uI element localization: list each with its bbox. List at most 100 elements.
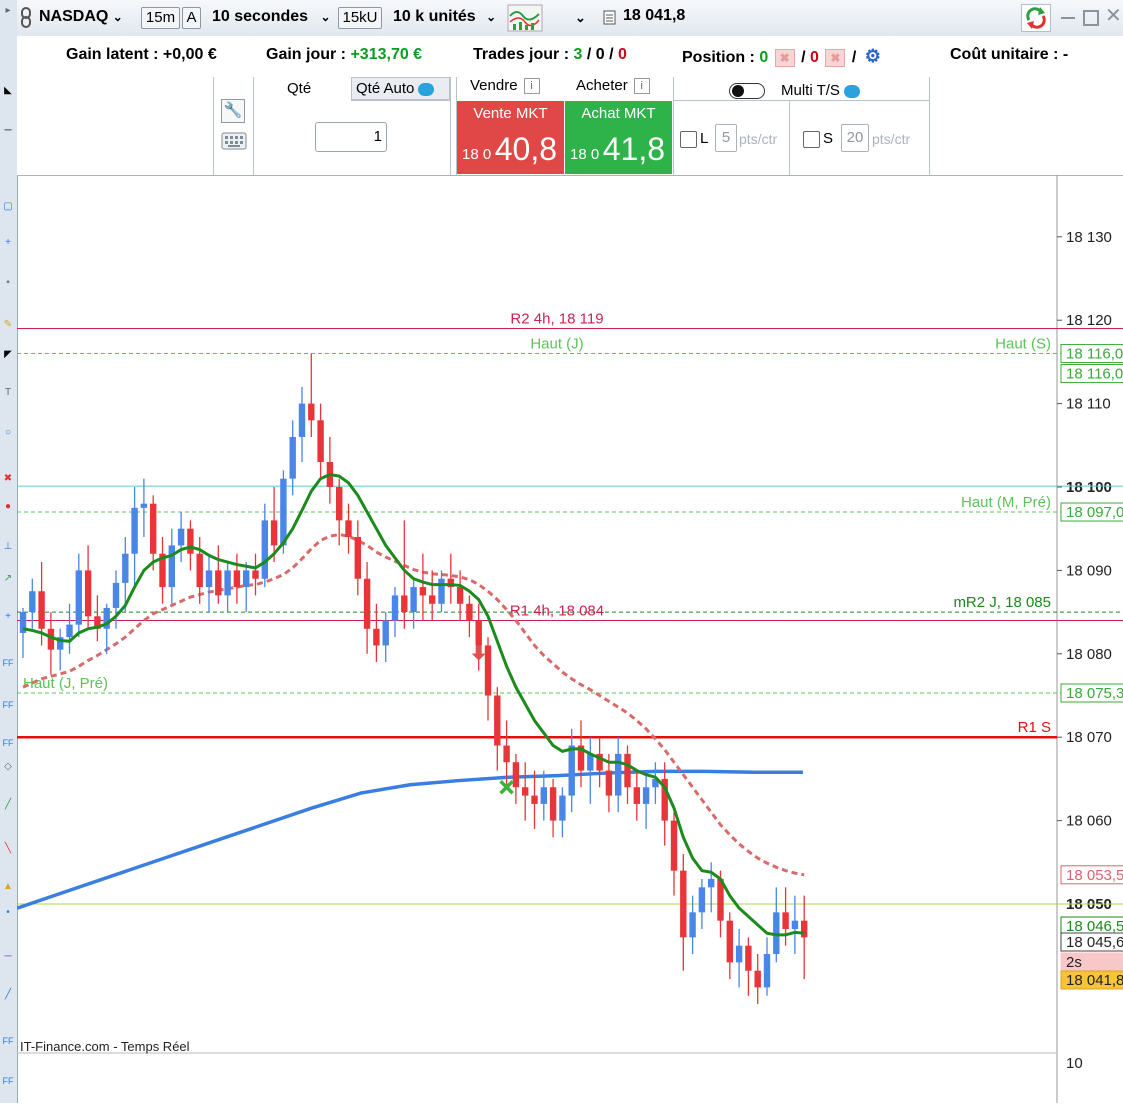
candle-body [177, 528, 185, 546]
chevron-down-icon[interactable]: ⌄ [575, 10, 586, 26]
ff-icon[interactable]: FF [0, 698, 16, 712]
volume-unit-button[interactable]: 15kU [338, 7, 382, 29]
line-tool-icon[interactable]: ─ [0, 950, 16, 964]
shape-icon[interactable]: ▢ [0, 200, 16, 214]
menu-icon[interactable]: ▸ [0, 4, 16, 18]
gain-latent: Gain latent : +0,00 € [66, 46, 217, 64]
long-pts-field[interactable]: 5 [715, 124, 737, 152]
channel-icon[interactable]: + [0, 610, 16, 624]
close-long-icon[interactable]: ✖ [774, 48, 795, 67]
candle-body [763, 954, 771, 988]
candle-body [549, 787, 557, 821]
candles-icon[interactable] [507, 4, 543, 32]
candle-body [168, 545, 175, 588]
sell-market-button[interactable]: Vente MKT 18 0 40,8 [457, 101, 564, 174]
pointer-icon[interactable]: • [0, 906, 16, 920]
candle-body [261, 520, 268, 579]
wrench-icon[interactable]: 🔧 [221, 99, 245, 123]
warning-icon[interactable]: ▲ [0, 880, 16, 894]
buy-market-button[interactable]: Achat MKT 18 0 41,8 [565, 101, 672, 174]
diamond-icon[interactable]: ◇ [0, 760, 16, 774]
ff-icon[interactable]: FF [0, 736, 16, 750]
mode-button[interactable]: A [182, 7, 201, 29]
gain-latent-value: +0,00 € [162, 46, 217, 63]
sell-header: Vendre i [470, 77, 540, 95]
refresh-arrows-icon[interactable] [1021, 4, 1051, 32]
position-long: 0 [759, 49, 769, 66]
short-pts-field[interactable]: 20 [841, 124, 869, 152]
brush-icon[interactable]: ◤ [0, 348, 16, 362]
trades-neutral: 0 [595, 46, 605, 63]
candle-body [280, 478, 287, 546]
price-tag-label: 18 045,6 [1066, 934, 1123, 951]
long-checkbox[interactable] [680, 131, 697, 148]
trades-sep: / [582, 46, 596, 63]
qty-auto-toggle[interactable]: Qté Auto [351, 77, 450, 100]
price-chart[interactable]: 18 130 18 120 18 110 18 100 18 090 18 080 18 0… [16, 175, 1123, 1103]
delete-icon[interactable]: ✖ [0, 472, 16, 486]
level-label: mR2 J, 18 085 [953, 594, 1051, 611]
close-icon[interactable]: ✕ [1105, 5, 1122, 27]
ray-icon[interactable]: ╱ [0, 988, 16, 1002]
level-label: R1 S [1018, 719, 1051, 736]
quantity-unit-label: 10 k unités [393, 8, 476, 25]
quantity-field[interactable]: 1 [315, 122, 387, 152]
timeframe-button[interactable]: 15m [141, 7, 180, 29]
price-tag-label: 18 116,0 [1066, 366, 1123, 383]
price-tag-label: 18 116,0 [1066, 346, 1123, 363]
symbol-selector[interactable]: NASDAQ ⌄ [39, 6, 123, 28]
short-checkbox[interactable] [803, 131, 820, 148]
minimize-icon[interactable] [1061, 17, 1075, 19]
price-tag-label: 2s [1066, 954, 1082, 971]
document-icon [603, 10, 616, 25]
trend-icon[interactable]: ╱ [0, 798, 16, 812]
text-icon[interactable]: T [0, 386, 16, 400]
candle-body [512, 762, 520, 788]
plus-icon[interactable]: + [0, 236, 16, 250]
info-icon[interactable]: i [633, 78, 650, 95]
gears-icon[interactable]: ⚙ [865, 46, 881, 66]
pencil-icon[interactable]: ✎ [0, 318, 16, 332]
multi-ts-toggle[interactable] [729, 83, 765, 99]
trades-sep: / [604, 46, 618, 63]
chat-bubble-icon [843, 84, 860, 98]
trades-jour: Trades jour : 3 / 0 / 0 [473, 46, 627, 64]
circle-icon[interactable]: ○ [0, 426, 16, 440]
candle-body [140, 503, 148, 508]
sell-price: 40,8 [494, 131, 557, 167]
candle-body [122, 553, 129, 583]
y-tick-label: 18 130 [1066, 229, 1112, 246]
level-label: R1 4h, 18 084 [510, 602, 604, 619]
close-short-icon[interactable]: ✖ [825, 48, 846, 67]
candle-body [252, 570, 259, 579]
line-icon[interactable]: ─ [0, 124, 16, 138]
chat-bubble-icon [418, 82, 435, 96]
candle-body [187, 528, 194, 554]
candle-body [689, 912, 696, 938]
ff-icon[interactable]: FF [0, 1034, 16, 1048]
candle-body [531, 795, 538, 804]
info-icon[interactable]: i [523, 78, 540, 95]
position-label: Position : [682, 49, 760, 66]
ff-icon[interactable]: FF [0, 1074, 16, 1088]
candle-body [84, 570, 92, 617]
link-icon[interactable] [19, 6, 33, 28]
trades-label: Trades jour : [473, 46, 574, 63]
ff-icon[interactable]: FF [0, 656, 16, 670]
candle-body [791, 920, 799, 930]
alert-icon[interactable]: ● [0, 500, 16, 514]
keyboard-icon[interactable] [221, 132, 247, 150]
quantity-unit-selector[interactable]: 10 k unités ⌄ [393, 6, 496, 28]
position: Position : 0 ✖ / 0 ✖ / ⚙ [682, 46, 881, 67]
buy-header-label: Acheter [576, 77, 628, 94]
fib-icon[interactable]: ↗ [0, 572, 16, 586]
flag-icon[interactable]: ╲ [0, 842, 16, 856]
candle-body [801, 920, 808, 938]
tick-interval-selector[interactable]: 10 secondes ⌄ [212, 6, 331, 28]
candle-body [754, 970, 761, 988]
maximize-icon[interactable] [1083, 10, 1099, 26]
cursor-icon[interactable]: ◣ [0, 84, 16, 98]
chart-canvas[interactable]: 18 130 18 120 18 110 18 100 18 090 18 080 18 0… [16, 175, 1123, 1103]
grid-icon[interactable]: ▪ [0, 276, 16, 290]
measure-icon[interactable]: ⊥ [0, 540, 16, 554]
